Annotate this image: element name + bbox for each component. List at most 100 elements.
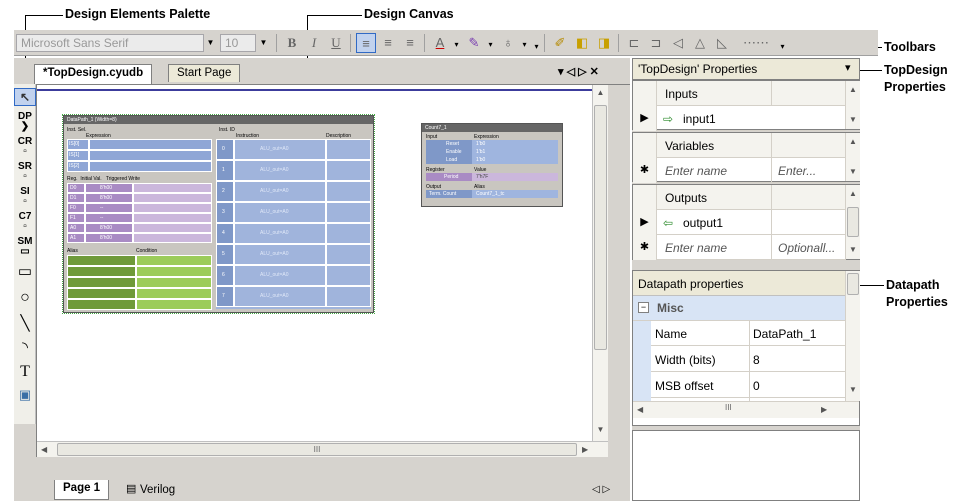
font-size-dropdown-icon[interactable]: ▼: [257, 34, 270, 52]
dp-properties-vscrollbar[interactable]: ▼: [845, 271, 860, 401]
palette-item-cr[interactable]: CR ▫: [14, 137, 36, 157]
variables-scrollbar[interactable]: ▲ ▼: [845, 133, 860, 181]
align-center-icon[interactable]: ≡: [378, 33, 398, 53]
variable-name-input[interactable]: Enter name: [665, 164, 727, 178]
palette-item-sr[interactable]: SR ▫: [14, 162, 36, 182]
output-name-input[interactable]: Enter name: [665, 241, 727, 255]
document-controls[interactable]: ▾ ◁ ▷ ✕: [558, 65, 599, 78]
tab-topdesign[interactable]: *TopDesign.cyudb: [34, 64, 153, 84]
align-left-icon[interactable]: ≡: [356, 33, 376, 53]
new-row-icon: ✱: [633, 158, 657, 183]
image-tool-icon[interactable]: ▣: [14, 388, 36, 402]
property-value[interactable]: 8: [753, 353, 760, 367]
scroll-thumb[interactable]: [594, 105, 607, 350]
property-value[interactable]: DataPath_1: [753, 327, 816, 341]
rectangle-tool-icon[interactable]: ▭: [14, 264, 36, 279]
palette-item-label: C7: [18, 211, 32, 222]
font-color-icon[interactable]: A: [430, 33, 450, 53]
palette-item-c7[interactable]: C7 ▫: [14, 212, 36, 232]
c7-input: Enable: [446, 149, 462, 155]
bold-button[interactable]: B: [282, 33, 302, 53]
dp-properties-hscrollbar[interactable]: ◀ III ▶: [633, 401, 859, 418]
align-right-icon[interactable]: ≡: [400, 33, 420, 53]
count7-component[interactable]: Count7_1 Input Expression Reset Enable L…: [421, 123, 563, 207]
pointer-tool-icon[interactable]: ↖: [14, 88, 36, 106]
description-pane: [632, 430, 860, 501]
dp-instr-text: ALU_out=A0: [260, 230, 289, 236]
scroll-thumb[interactable]: III: [57, 443, 577, 456]
canvas-horizontal-scrollbar[interactable]: ◀ III ▶: [37, 441, 608, 457]
toolbar-overflow-icon[interactable]: ▾: [530, 38, 543, 56]
align-left-edges-icon[interactable]: ⊏: [624, 33, 644, 53]
property-value[interactable]: 0: [753, 379, 760, 393]
align-top-edges-icon[interactable]: ◁: [668, 33, 688, 53]
palette-item-si[interactable]: SI ▫: [14, 187, 36, 207]
tab-start-page[interactable]: Start Page: [168, 64, 241, 82]
dp-reg-value: 8'h00: [100, 225, 113, 231]
output-name-cell[interactable]: output1: [683, 216, 723, 230]
scroll-up-icon[interactable]: ▲: [593, 88, 608, 97]
align-bottom-edges-icon[interactable]: ◺: [712, 33, 732, 53]
inputs-scrollbar[interactable]: ▲ ▼: [845, 81, 860, 129]
row-selector-icon[interactable]: ▶: [633, 106, 657, 131]
scroll-left-icon[interactable]: ◀: [41, 445, 47, 454]
page-tab-strip: Page 1 ▤ Verilog ◁ ▷: [36, 480, 630, 501]
underline-button[interactable]: U: [326, 33, 346, 53]
datapath-component[interactable]: DataPath_1 (Width=8) Inst. Sel. Expressi…: [62, 114, 375, 314]
font-size-field[interactable]: 10: [220, 34, 256, 52]
font-name-field[interactable]: Microsoft Sans Serif: [16, 34, 204, 52]
line-color-dropdown-icon[interactable]: ▾: [484, 36, 497, 54]
dp-reg-name: A1: [70, 235, 77, 241]
canvas-vertical-scrollbar[interactable]: ▲ ▼: [592, 85, 608, 441]
align-centers-icon[interactable]: ⊐: [646, 33, 666, 53]
dp-instr-id: 6: [222, 272, 225, 278]
format-painter-icon[interactable]: ✐: [550, 33, 570, 53]
collapse-icon[interactable]: −: [638, 302, 649, 313]
ellipse-tool-icon[interactable]: ○: [14, 290, 36, 306]
palette-item-sm[interactable]: SM ▭: [14, 237, 36, 257]
input-name-cell[interactable]: input1: [683, 112, 716, 126]
bring-to-front-icon[interactable]: ◧: [572, 33, 592, 53]
arc-tool-icon[interactable]: ◝: [14, 340, 36, 355]
toolbar-overflow-icon[interactable]: ▾: [776, 38, 789, 56]
palette-item-label: SM: [17, 236, 33, 247]
distribute-icon[interactable]: ⋯⋯: [736, 33, 776, 53]
text-tool-icon[interactable]: T: [14, 364, 36, 380]
dp-instr-id: 3: [222, 209, 225, 215]
dp-instr-id: 0: [222, 146, 225, 152]
dp-header: Condition: [136, 248, 158, 254]
scroll-down-icon[interactable]: ▼: [593, 425, 608, 434]
design-canvas[interactable]: DataPath_1 (Width=8) Inst. Sel. Expressi…: [36, 84, 608, 457]
toolbar-separator: [618, 34, 619, 52]
property-name: Width (bits): [655, 353, 716, 367]
page-scroll-controls[interactable]: ◁ ▷: [592, 484, 610, 495]
scroll-right-icon[interactable]: ▶: [582, 445, 588, 454]
tab-page-1[interactable]: Page 1: [54, 480, 110, 500]
row-selector-icon[interactable]: ▶: [633, 210, 657, 235]
dp-instr-id-cell: [216, 139, 234, 160]
tab-verilog[interactable]: Verilog: [140, 484, 175, 496]
dp-alias-cell: [67, 299, 136, 310]
palette-item-dp[interactable]: DP ❯: [14, 112, 36, 132]
dp-reg-name: F0: [70, 205, 76, 211]
outputs-scrollbar[interactable]: ▲ ▼: [845, 185, 860, 259]
dp-header: Initial Val.: [80, 176, 102, 182]
dp-instr-text: ALU_out=A0: [260, 272, 289, 278]
c7-value: 1'b1: [476, 149, 486, 155]
italic-button[interactable]: I: [304, 33, 324, 53]
dp-alias-cell: [67, 277, 136, 288]
align-middles-icon[interactable]: △: [690, 33, 710, 53]
output-alias-input[interactable]: Optionall...: [778, 241, 835, 255]
line-color-icon[interactable]: ✎: [464, 33, 484, 53]
pin-icon[interactable]: ▾: [845, 61, 851, 74]
line-tool-icon[interactable]: ╲: [14, 316, 36, 331]
font-color-dropdown-icon[interactable]: ▾: [450, 36, 463, 54]
font-name-dropdown-icon[interactable]: ▼: [204, 34, 217, 52]
toolbar-separator: [276, 34, 277, 52]
dp-instr-id-cell: [216, 223, 234, 244]
fill-color-icon[interactable]: ♁: [498, 33, 518, 53]
dp-desc-cell: [326, 139, 371, 160]
variable-value-input[interactable]: Enter...: [778, 164, 816, 178]
send-to-back-icon[interactable]: ◨: [594, 33, 614, 53]
c7-input: Reset: [446, 141, 460, 147]
